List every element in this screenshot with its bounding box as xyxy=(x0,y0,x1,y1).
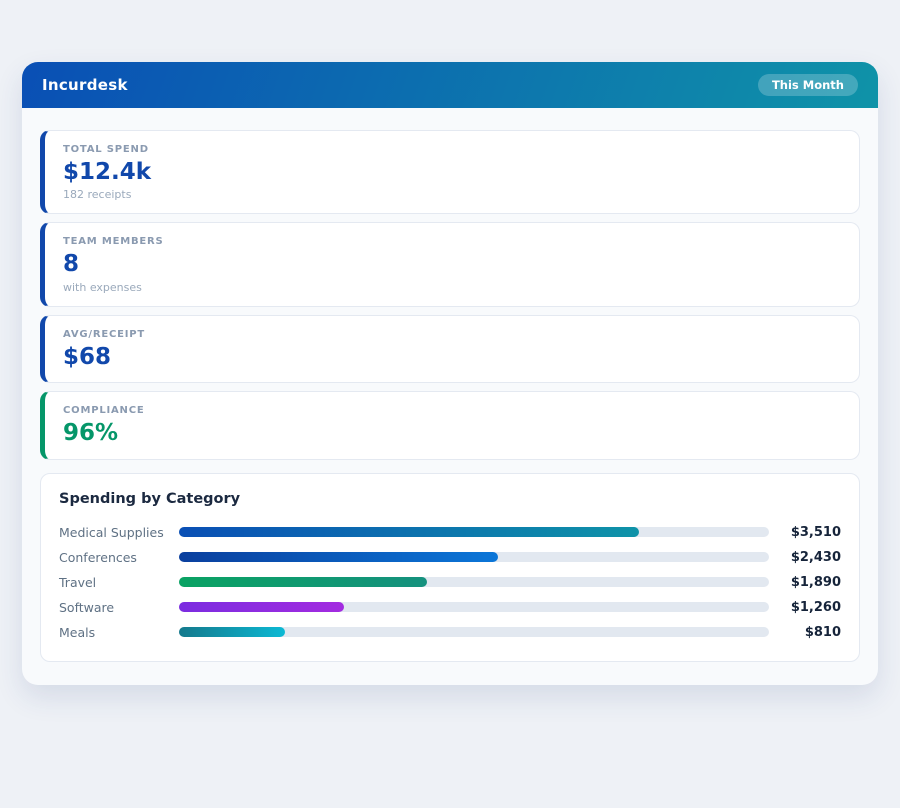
stat-card-total-spend: TOTAL SPEND $12.4k 182 receipts xyxy=(40,130,860,214)
stat-label: TOTAL SPEND xyxy=(63,144,841,155)
category-bar-track xyxy=(179,552,769,562)
category-value: $810 xyxy=(769,625,841,640)
dashboard-panel: Incurdesk This Month TOTAL SPEND $12.4k … xyxy=(22,62,878,685)
category-bar-fill xyxy=(179,552,498,562)
category-bar-track xyxy=(179,527,769,537)
category-row: Software $1,260 xyxy=(59,595,841,620)
dashboard-content: TOTAL SPEND $12.4k 182 receipts TEAM MEM… xyxy=(22,108,878,685)
stat-value: $68 xyxy=(63,344,841,370)
category-bar-fill xyxy=(179,527,639,537)
category-label: Conferences xyxy=(59,550,179,565)
stat-value: 96% xyxy=(63,420,841,446)
stat-card-avg-receipt: AVG/RECEIPT $68 xyxy=(40,315,860,383)
category-value: $1,260 xyxy=(769,600,841,615)
stat-sub: 182 receipts xyxy=(63,188,841,201)
stat-value: $12.4k xyxy=(63,159,841,185)
category-value: $2,430 xyxy=(769,550,841,565)
category-bar-fill xyxy=(179,627,285,637)
category-label: Medical Supplies xyxy=(59,525,179,540)
category-row: Medical Supplies $3,510 xyxy=(59,520,841,545)
period-badge[interactable]: This Month xyxy=(758,74,858,96)
stat-card-compliance: COMPLIANCE 96% xyxy=(40,391,860,459)
stat-label: AVG/RECEIPT xyxy=(63,329,841,340)
category-row: Meals $810 xyxy=(59,620,841,645)
category-bar-track xyxy=(179,627,769,637)
category-bar-fill xyxy=(179,577,427,587)
app-header: Incurdesk This Month xyxy=(22,62,878,108)
category-label: Travel xyxy=(59,575,179,590)
category-value: $3,510 xyxy=(769,525,841,540)
app-title: Incurdesk xyxy=(42,76,128,94)
stat-card-team-members: TEAM MEMBERS 8 with expenses xyxy=(40,222,860,306)
category-bar-track xyxy=(179,577,769,587)
stat-label: COMPLIANCE xyxy=(63,405,841,416)
category-row: Travel $1,890 xyxy=(59,570,841,595)
stat-sub: with expenses xyxy=(63,281,841,294)
category-value: $1,890 xyxy=(769,575,841,590)
category-bar-track xyxy=(179,602,769,612)
category-label: Software xyxy=(59,600,179,615)
category-rows: Medical Supplies $3,510 Conferences $2,430 T… xyxy=(59,520,841,645)
spending-by-category-card: Spending by Category Medical Supplies $3,… xyxy=(40,473,860,662)
category-bar-fill xyxy=(179,602,344,612)
stat-value: 8 xyxy=(63,251,841,277)
category-label: Meals xyxy=(59,625,179,640)
stat-label: TEAM MEMBERS xyxy=(63,236,841,247)
category-row: Conferences $2,430 xyxy=(59,545,841,570)
spending-card-title: Spending by Category xyxy=(59,491,841,507)
